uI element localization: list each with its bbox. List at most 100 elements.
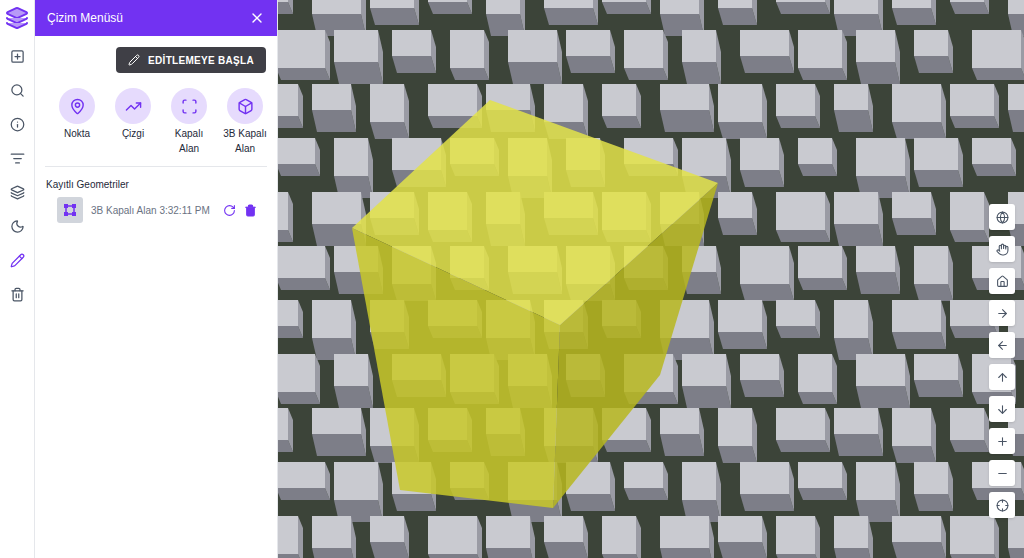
rail-item[interactable] — [7, 46, 27, 66]
home-icon — [996, 275, 1009, 288]
draw-panel: Çizim Menüsü EDİTLEMEYE BAŞLA Nokta ÇizgiKa… — [35, 0, 278, 558]
building — [740, 30, 794, 73]
map-view[interactable] — [278, 0, 1024, 558]
map-control-button[interactable] — [989, 396, 1015, 422]
building — [856, 462, 900, 522]
building — [602, 84, 641, 128]
map-control-button[interactable] — [989, 364, 1015, 390]
building — [278, 462, 330, 500]
building — [892, 408, 936, 463]
building — [278, 30, 330, 80]
building — [834, 84, 873, 132]
building — [602, 516, 641, 558]
building — [486, 516, 535, 558]
building — [1008, 84, 1024, 132]
building — [370, 516, 409, 558]
rail-item[interactable] — [7, 148, 27, 168]
building — [278, 246, 330, 290]
building — [914, 462, 953, 511]
building — [428, 0, 472, 14]
building — [718, 300, 767, 349]
building — [278, 516, 303, 558]
globe-icon — [996, 211, 1009, 224]
building — [892, 84, 946, 139]
building — [856, 354, 910, 408]
building — [740, 462, 794, 511]
rail-item[interactable] — [7, 114, 27, 134]
map-control-button[interactable] — [989, 300, 1015, 326]
building — [892, 300, 946, 349]
tool-row: Nokta ÇizgiKapalı Alan3B Kapalı Alan — [35, 73, 277, 156]
building — [856, 30, 900, 84]
building — [914, 138, 963, 187]
building — [312, 84, 356, 132]
building — [776, 192, 830, 242]
map-control-button[interactable] — [989, 428, 1015, 454]
building — [660, 84, 714, 132]
arrow-up-icon — [996, 371, 1009, 384]
rail-item[interactable] — [7, 80, 27, 100]
building — [278, 408, 293, 452]
building — [1008, 516, 1024, 558]
rail-item[interactable] — [7, 216, 27, 236]
building — [278, 138, 320, 176]
drawn-box[interactable] — [352, 100, 718, 508]
search-icon — [10, 83, 25, 98]
map-control-button[interactable] — [989, 492, 1015, 518]
building — [776, 300, 820, 338]
building — [950, 516, 999, 558]
logo-icon[interactable] — [5, 6, 29, 30]
panel-title: Çizim Menüsü — [47, 9, 123, 27]
building — [370, 0, 419, 25]
building — [544, 516, 588, 558]
building — [798, 138, 837, 176]
close-icon[interactable] — [249, 10, 265, 26]
building — [334, 354, 373, 408]
building — [682, 354, 731, 408]
building — [914, 246, 953, 301]
rail-item[interactable] — [7, 250, 27, 270]
building — [834, 516, 873, 558]
building — [950, 0, 989, 14]
map-control-button[interactable] — [989, 332, 1015, 358]
tool-button[interactable]: Çizgi — [106, 88, 160, 156]
building — [798, 246, 847, 290]
saved-item[interactable]: 3B Kapalı Alan 3:32:11 PM — [35, 192, 277, 223]
map-control-button[interactable] — [989, 268, 1015, 294]
tool-label: Nokta — [64, 126, 90, 141]
arrow-left-icon — [996, 339, 1009, 352]
building — [950, 84, 999, 128]
map-canvas[interactable] — [278, 0, 1024, 558]
building — [718, 84, 767, 139]
pencil-icon — [128, 54, 140, 66]
restore-icon[interactable] — [223, 204, 236, 217]
map-control-button[interactable] — [989, 236, 1015, 262]
building — [776, 84, 820, 128]
building — [776, 408, 830, 452]
building — [334, 462, 383, 522]
building — [718, 516, 767, 558]
tool-button[interactable]: 3B Kapalı Alan — [218, 88, 272, 156]
building — [624, 30, 668, 80]
building — [450, 30, 489, 80]
rail-item[interactable] — [7, 284, 27, 304]
building — [718, 408, 757, 463]
building — [334, 138, 373, 198]
building — [950, 192, 989, 242]
edit-button[interactable]: EDİTLEMEYE BAŞLA — [116, 47, 266, 73]
building — [428, 516, 482, 558]
building — [972, 138, 1016, 176]
map-control-button[interactable] — [989, 204, 1015, 230]
building — [544, 0, 598, 25]
rail-item[interactable] — [7, 182, 27, 202]
building — [776, 0, 830, 14]
delete-icon[interactable] — [244, 204, 257, 217]
map-control-button[interactable] — [989, 460, 1015, 486]
point-icon — [69, 98, 86, 115]
building — [312, 408, 366, 456]
tool-button[interactable]: Kapalı Alan — [162, 88, 216, 156]
theme-icon — [10, 219, 25, 234]
polygon-icon — [181, 98, 198, 115]
building — [834, 300, 873, 360]
tool-button[interactable]: Nokta — [50, 88, 104, 156]
